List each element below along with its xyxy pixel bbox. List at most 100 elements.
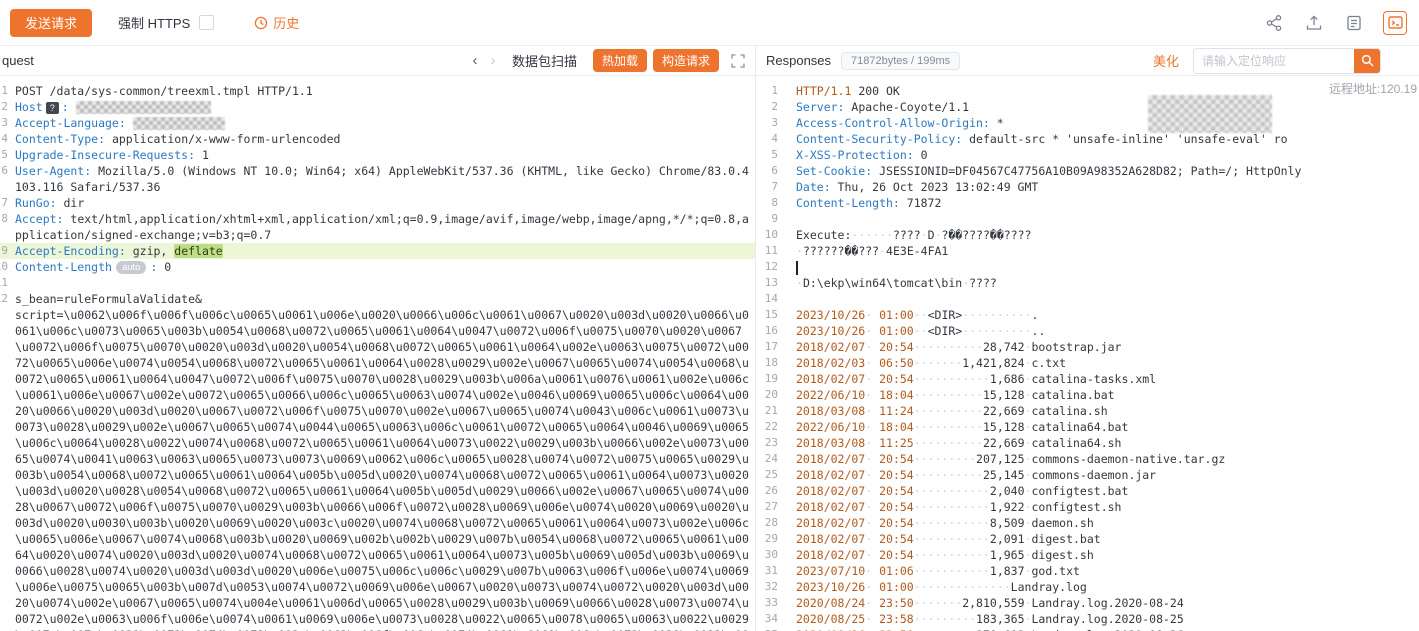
code-token: 1	[202, 148, 209, 162]
code-token: ··········	[914, 468, 983, 482]
line-number: 9	[0, 243, 9, 259]
code-token: 20:54	[879, 500, 914, 514]
code-token: :	[188, 148, 202, 162]
code-token: 25,145	[983, 468, 1025, 482]
remote-address-label: 远程地址:120.19	[1323, 81, 1419, 97]
code-token: ···········	[914, 548, 990, 562]
code-token: 20:54	[879, 516, 914, 530]
request-editor[interactable]: 1POST /data/sys-common/treexml.tmpl HTTP…	[0, 76, 755, 631]
code-token: Host	[15, 100, 43, 114]
code-token: ···········	[914, 532, 990, 546]
code-token: ????	[893, 228, 921, 242]
console-icon[interactable]	[1383, 11, 1407, 35]
code-token: ···········	[914, 516, 990, 530]
code-token: ··········	[914, 404, 983, 418]
code-line-content: User-Agent: Mozilla/5.0 (Windows NT 10.0…	[9, 163, 755, 195]
packet-scan-button[interactable]: 数据包扫描	[512, 51, 577, 70]
report-icon[interactable]	[1345, 14, 1363, 32]
code-line-content: Accept-Encoding: gzip, deflate	[9, 243, 755, 259]
code-line: 282018/02/07· 20:54···········8,509·daem…	[756, 515, 1419, 531]
code-line: 1HTTP/1.1 200 OK	[756, 83, 1419, 99]
redacted-mosaic	[76, 101, 211, 114]
send-request-button[interactable]: 发送请求	[10, 9, 92, 37]
code-line-content: ·??????��???·4E3E-4FA1	[790, 243, 1419, 259]
code-token: ·	[865, 596, 879, 610]
code-token: catalina-tasks.xml	[1031, 372, 1156, 386]
beautify-button[interactable]: 美化	[1153, 51, 1179, 70]
line-number: 8	[756, 195, 790, 211]
line-number: 7	[756, 179, 790, 195]
code-line: 6User-Agent: Mozilla/5.0 (Windows NT 10.…	[0, 163, 755, 195]
code-token: 2018/02/07	[796, 516, 865, 530]
code-token: ··	[914, 324, 928, 338]
line-number: 27	[756, 499, 790, 515]
history-label: 历史	[273, 13, 299, 32]
code-line-content: 2018/02/07· 20:54···········1,922·config…	[790, 499, 1419, 515]
code-line: 152023/10/26· 01:00··<DIR>··········.	[756, 307, 1419, 323]
response-search-input[interactable]	[1194, 49, 1354, 73]
response-editor[interactable]: 远程地址:120.19 1HTTP/1.1 200 OK2Server: Apa…	[756, 76, 1419, 631]
code-token: 28,742	[983, 340, 1025, 354]
line-number: 3	[0, 115, 9, 131]
chevron-right-icon[interactable]: ›	[484, 52, 502, 69]
code-token: ·	[865, 420, 879, 434]
code-token: 06:50	[879, 356, 914, 370]
line-number: 15	[756, 307, 790, 323]
code-token: Server:	[796, 100, 844, 114]
code-token: ··········	[914, 340, 983, 354]
code-token: D	[928, 228, 935, 242]
code-token: 183,365	[976, 612, 1024, 626]
code-line-content: Content-Security-Policy: default-src * '…	[790, 131, 1419, 147]
line-number: 17	[756, 339, 790, 355]
code-line: 332020/08/24· 23:50·······2,810,559·Land…	[756, 595, 1419, 611]
share-icon[interactable]	[1265, 14, 1283, 32]
code-token: 0	[914, 148, 928, 162]
line-number: 32	[756, 579, 790, 595]
code-token: 8,509	[990, 516, 1025, 530]
code-line: 292018/02/07· 20:54···········2,091·dige…	[756, 531, 1419, 547]
line-number: 4	[0, 131, 9, 147]
code-token: ????	[969, 276, 997, 290]
code-line: 11·??????��???·4E3E-4FA1	[756, 243, 1419, 259]
search-icon[interactable]	[1354, 49, 1380, 73]
line-number: 33	[756, 595, 790, 611]
redacted-mosaic	[1148, 95, 1272, 133]
code-token: 11:24	[879, 404, 914, 418]
line-number: 3	[756, 115, 790, 131]
code-token: configtest.bat	[1031, 484, 1128, 498]
hot-reload-button[interactable]: 热加载	[593, 49, 647, 72]
code-line: 9Accept-Encoding: gzip, deflate	[0, 243, 755, 259]
redacted-mosaic	[133, 117, 225, 130]
code-token: catalina.bat	[1031, 388, 1114, 402]
expand-icon[interactable]	[731, 54, 745, 68]
code-token: default-src * 'unsafe-inline' 'unsafe-ev…	[962, 132, 1287, 146]
export-icon[interactable]	[1305, 14, 1323, 32]
code-token: ·······	[914, 356, 962, 370]
code-token: :	[98, 132, 112, 146]
code-token: 18:04	[879, 420, 914, 434]
code-token: :	[119, 244, 133, 258]
code-line-content: 2018/02/07· 20:54···········2,040·config…	[790, 483, 1419, 499]
code-token: Mozilla/5.0 (Windows NT 10.0; Win64; x64…	[15, 164, 749, 194]
code-line: 3Access-Control-Allow-Origin: *	[756, 115, 1419, 131]
code-token: RunGo	[15, 196, 50, 210]
force-https-checkbox[interactable]	[199, 15, 214, 30]
code-line-content: 2018/02/07· 20:54··········28,742·bootst…	[790, 339, 1419, 355]
history-button[interactable]: 历史	[254, 13, 299, 32]
force-https-text: 强制 HTTPS	[118, 13, 190, 32]
code-token: 01:00	[879, 324, 914, 338]
construct-request-button[interactable]: 构造请求	[653, 49, 719, 72]
code-line: 7Date: Thu, 26 Oct 2023 13:02:49 GMT	[756, 179, 1419, 195]
chevron-left-icon[interactable]: ‹	[466, 52, 484, 69]
code-line: 342020/08/25· 23:58·········183,365·Land…	[756, 611, 1419, 627]
code-token: 207,125	[976, 452, 1024, 466]
code-line: 4Content-Type: application/x-www-form-ur…	[0, 131, 755, 147]
code-line-content: 2022/06/10· 18:04··········15,128·catali…	[790, 419, 1419, 435]
code-token: 2023/10/26	[796, 324, 865, 338]
code-line: 6Set-Cookie: JSESSIONID=DF04567C47756A10…	[756, 163, 1419, 179]
code-token: 2,810,559	[962, 596, 1024, 610]
line-number: 10	[756, 227, 790, 243]
code-token: 2023/07/10	[796, 564, 865, 578]
code-line: 1POST /data/sys-common/treexml.tmpl HTTP…	[0, 83, 755, 99]
code-token: catalina64.bat	[1031, 420, 1128, 434]
